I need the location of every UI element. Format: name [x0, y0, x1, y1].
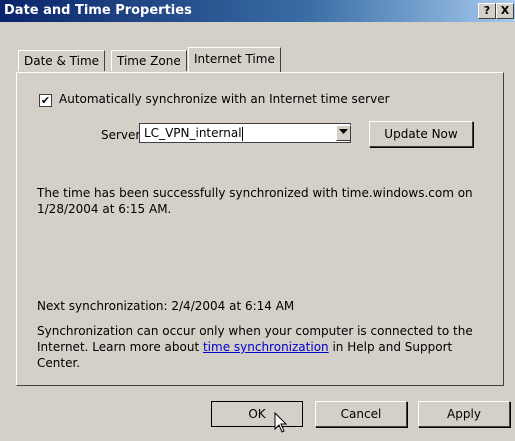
auto-sync-label[interactable]: Automatically synchronize with an Intern…	[59, 92, 390, 106]
cancel-button[interactable]: Cancel	[315, 401, 407, 427]
auto-sync-checkbox[interactable]: ✔	[39, 94, 52, 107]
ok-button[interactable]: OK	[211, 401, 303, 427]
tab-date-time[interactable]: Date & Time	[18, 50, 106, 71]
mouse-pointer-icon	[274, 412, 288, 433]
internet-time-panel: ✔ Automatically synchronize with an Inte…	[16, 72, 504, 386]
close-button[interactable]: X	[496, 3, 514, 19]
server-dropdown-button[interactable]	[336, 125, 351, 141]
tab-internet-time[interactable]: Internet Time	[188, 47, 281, 72]
next-sync-text: Next synchronization: 2/4/2004 at 6:14 A…	[37, 299, 295, 313]
help-button[interactable]: ?	[478, 3, 496, 19]
update-now-button[interactable]: Update Now	[369, 121, 473, 147]
chevron-down-icon	[339, 129, 348, 134]
tab-time-zone[interactable]: Time Zone	[111, 50, 187, 71]
title-bar[interactable]: Date and Time Properties ? X	[0, 0, 515, 22]
sync-status-message: The time has been successfully synchroni…	[37, 186, 473, 216]
apply-button[interactable]: Apply	[418, 401, 510, 427]
window-title: Date and Time Properties	[4, 3, 192, 18]
server-combobox-input[interactable]: LC_VPN_internal	[139, 123, 351, 143]
server-label: Server:	[101, 128, 145, 142]
sync-note: Synchronization can occur only when your…	[37, 323, 497, 371]
text-caret	[241, 126, 243, 141]
server-value: LC_VPN_internal	[144, 126, 242, 140]
time-sync-help-link[interactable]: time synchronization	[203, 340, 329, 354]
